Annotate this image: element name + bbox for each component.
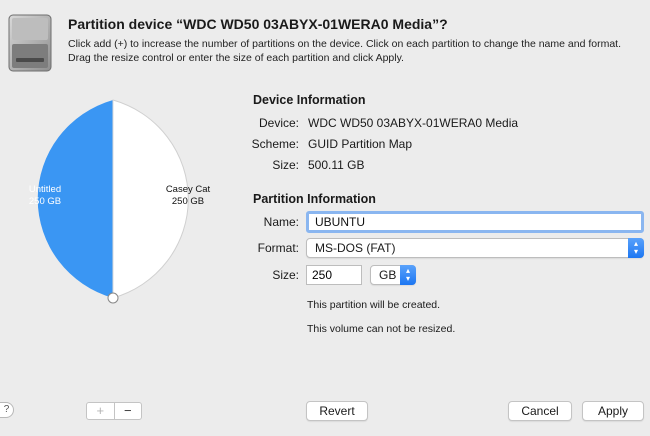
help-button[interactable]: ?	[0, 402, 14, 418]
size-unit-select[interactable]: GB ▴ ▾	[370, 265, 416, 285]
slice-untitled-name: Untitled	[28, 184, 62, 195]
slice-casey-cat-name: Casey Cat	[165, 184, 211, 195]
device-size-value: 500.11 GB	[308, 158, 365, 172]
slice-casey-cat-size: 250 GB	[171, 196, 205, 207]
device-value: WDC WD50 03ABYX-01WERA0 Media	[308, 116, 519, 130]
remove-partition-button[interactable]: −	[115, 403, 142, 419]
size-label: Size:	[272, 268, 299, 282]
size-unit-value: GB	[379, 268, 397, 282]
device-info-heading: Device Information	[253, 93, 366, 107]
dialog-description: Click add (+) to increase the number of …	[68, 38, 622, 64]
add-remove-control: + −	[86, 402, 142, 420]
dialog-title: Partition device “WDC WD50 03ABYX-01WERA…	[68, 16, 448, 32]
name-label: Name:	[263, 215, 299, 229]
format-label: Format:	[257, 241, 299, 255]
chevron-up-down-icon: ▴ ▾	[628, 238, 644, 258]
partition-size-field[interactable]	[306, 265, 362, 285]
create-note: This partition will be created.	[307, 299, 441, 311]
resize-handle[interactable]	[107, 292, 119, 304]
scheme-label: Scheme:	[251, 137, 299, 151]
chevron-up-down-icon: ▴ ▾	[400, 265, 416, 285]
resize-note: This volume can not be resized.	[307, 323, 456, 335]
format-select-value: MS-DOS (FAT)	[315, 241, 396, 255]
apply-button[interactable]: Apply	[582, 401, 644, 421]
cancel-button[interactable]: Cancel	[508, 401, 572, 421]
format-select[interactable]: MS-DOS (FAT) ▴ ▾	[306, 238, 644, 258]
scheme-value: GUID Partition Map	[308, 137, 413, 151]
partition-name-field[interactable]	[306, 211, 644, 233]
slice-untitled-size: 250 GB	[28, 196, 62, 207]
partition-info-heading: Partition Information	[253, 192, 376, 206]
hard-disk-icon	[8, 14, 52, 72]
device-size-label: Size:	[272, 158, 299, 172]
revert-button[interactable]: Revert	[306, 401, 368, 421]
add-partition-button[interactable]: +	[87, 403, 115, 419]
device-label: Device:	[258, 116, 299, 130]
